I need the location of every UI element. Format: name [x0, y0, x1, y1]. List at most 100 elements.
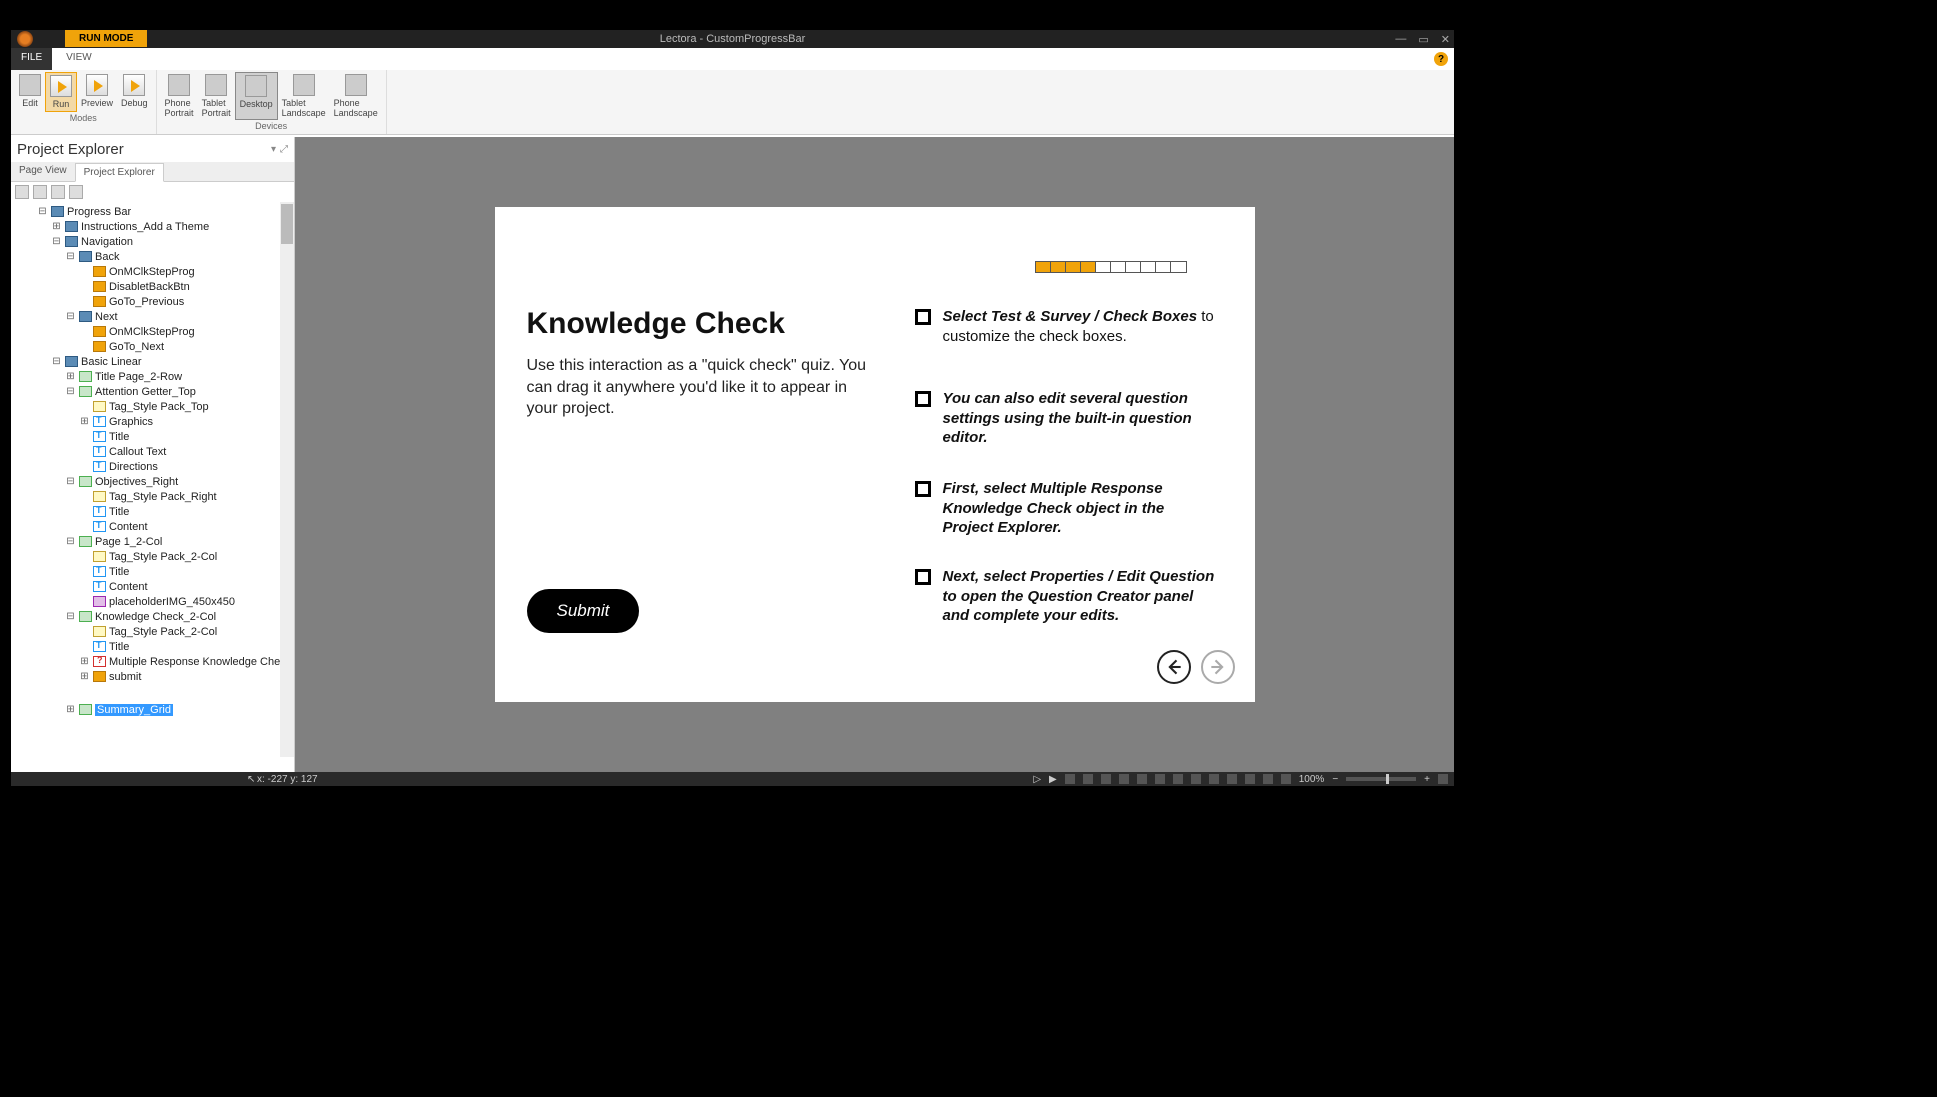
nav-next-button[interactable] [1201, 650, 1235, 684]
tree-node[interactable]: OnMClkStepProg [15, 264, 294, 279]
tree-node[interactable]: Title [15, 504, 294, 519]
tree-node[interactable]: ⊟Progress Bar [15, 204, 294, 219]
tree-node[interactable]: placeholderIMG_450x450 [15, 594, 294, 609]
tree-node[interactable]: ⊟Knowledge Check_2-Col [15, 609, 294, 624]
ribbon-debug[interactable]: Debug [117, 72, 152, 112]
toolbar-btn-2[interactable] [33, 185, 47, 199]
tree-node[interactable]: ⊟Objectives_Right [15, 474, 294, 489]
tree-scrollbar[interactable] [280, 202, 294, 757]
ribbon-phone-landscape[interactable]: Phone Landscape [330, 72, 382, 120]
tree-node[interactable]: OnMClkStepProg [15, 324, 294, 339]
help-button[interactable]: ? [1434, 52, 1448, 66]
action-icon [93, 341, 106, 352]
q-icon [93, 656, 106, 667]
ribbon-edit[interactable]: Edit [15, 72, 45, 112]
tab-project-explorer[interactable]: Project Explorer [75, 163, 164, 182]
toolbar-btn-1[interactable] [15, 185, 29, 199]
minimize-button[interactable]: — [1395, 33, 1406, 46]
tree-node[interactable]: GoTo_Next [15, 339, 294, 354]
tab-page-view[interactable]: Page View [11, 162, 75, 181]
checkbox-icon[interactable] [915, 569, 931, 585]
zoom-in-button[interactable]: + [1424, 774, 1430, 785]
panel-dropdown-icon[interactable]: ▾ [271, 144, 276, 155]
tree-node[interactable]: GoTo_Previous [15, 294, 294, 309]
status-tool[interactable] [1438, 774, 1448, 784]
status-tool[interactable] [1065, 774, 1075, 784]
status-tool[interactable] [1227, 774, 1237, 784]
status-tool[interactable] [1155, 774, 1165, 784]
status-tool[interactable] [1245, 774, 1255, 784]
project-tree[interactable]: ⊟Progress Bar⊞Instructions_Add a Theme⊟N… [11, 202, 294, 757]
status-tool[interactable] [1119, 774, 1129, 784]
tree-node[interactable]: Title [15, 429, 294, 444]
tree-node[interactable]: Callout Text [15, 444, 294, 459]
submit-button[interactable]: Submit [527, 589, 640, 633]
tree-node[interactable]: ⊟Next [15, 309, 294, 324]
option-2[interactable]: You can also edit several question setti… [915, 389, 1215, 448]
tree-node[interactable]: ⊟Basic Linear [15, 354, 294, 369]
ribbon-modes-label: Modes [70, 113, 97, 123]
tree-node[interactable]: ⊟Attention Getter_Top [15, 384, 294, 399]
ribbon-tablet-landscape[interactable]: Tablet Landscape [278, 72, 330, 120]
maximize-button[interactable]: ▭ [1418, 33, 1428, 46]
zoom-out-button[interactable]: − [1332, 774, 1338, 785]
close-button[interactable]: ✕ [1441, 33, 1450, 46]
tree-node[interactable]: ⊞Graphics [15, 414, 294, 429]
panel-pin-icon[interactable]: ⤢ [280, 144, 288, 155]
tree-node[interactable]: Content [15, 579, 294, 594]
tree-node[interactable]: ⊞Instructions_Add a Theme [15, 219, 294, 234]
tree-label: Tag_Style Pack_Right [109, 491, 217, 503]
action-icon [93, 281, 106, 292]
checkbox-icon[interactable] [915, 391, 931, 407]
tree-node[interactable]: ⊞submit [15, 669, 294, 684]
tree-node[interactable]: ⊞Multiple Response Knowledge Check [15, 654, 294, 669]
tree-node[interactable]: Directions [15, 459, 294, 474]
ribbon-desktop[interactable]: Desktop [235, 72, 278, 120]
status-tool[interactable] [1083, 774, 1093, 784]
menu-file[interactable]: FILE [11, 48, 52, 70]
ribbon-preview[interactable]: Preview [77, 72, 117, 112]
tree-node[interactable]: ⊞Summary_Grid [15, 702, 294, 717]
tree-node[interactable]: ⊟Page 1_2-Col [15, 534, 294, 549]
statusbar: ↖ x: -227 y: 127 ▷ ▶ 100% − + [11, 772, 1454, 786]
status-tool[interactable] [1263, 774, 1273, 784]
tree-node[interactable]: Tag_Style Pack_2-Col [15, 624, 294, 639]
ribbon-run[interactable]: Run [45, 72, 77, 112]
tree-label: placeholderIMG_450x450 [109, 596, 235, 608]
status-tool[interactable] [1137, 774, 1147, 784]
tree-node[interactable]: Title [15, 564, 294, 579]
status-play2-icon[interactable]: ▶ [1049, 774, 1057, 785]
checkbox-icon[interactable] [915, 481, 931, 497]
tree-node[interactable]: Tag_Style Pack_Right [15, 489, 294, 504]
status-tool[interactable] [1281, 774, 1291, 784]
status-tool[interactable] [1101, 774, 1111, 784]
status-play-icon[interactable]: ▷ [1033, 774, 1041, 785]
status-tool[interactable] [1173, 774, 1183, 784]
status-tool[interactable] [1209, 774, 1219, 784]
tree-node[interactable]: Tag_Style Pack_2-Col [15, 549, 294, 564]
status-tool[interactable] [1191, 774, 1201, 784]
ribbon-tablet-portrait[interactable]: Tablet Portrait [198, 72, 235, 120]
tree-node[interactable]: Tag_Style Pack_Top [15, 399, 294, 414]
zoom-slider[interactable] [1346, 777, 1416, 781]
page-icon [79, 386, 92, 397]
tree-node[interactable]: DisabletBackBtn [15, 279, 294, 294]
action-icon [93, 296, 106, 307]
option-3[interactable]: First, select Multiple Response Knowledg… [915, 479, 1215, 538]
tree-node[interactable]: Content [15, 519, 294, 534]
tree-node[interactable]: ⊞Title Page_2-Row [15, 369, 294, 384]
tree-node[interactable]: Title [15, 639, 294, 654]
menu-view[interactable]: VIEW [52, 48, 106, 70]
tree-node[interactable]: ⊟Navigation [15, 234, 294, 249]
folder-icon [65, 356, 78, 367]
tree-node[interactable]: ⊟Back [15, 249, 294, 264]
option-4[interactable]: Next, select Properties / Edit Question … [915, 567, 1215, 626]
nav-back-button[interactable] [1157, 650, 1191, 684]
checkbox-icon[interactable] [915, 309, 931, 325]
ribbon-phone-portrait[interactable]: Phone Portrait [161, 72, 198, 120]
option-1[interactable]: Select Test & Survey / Check Boxes to cu… [915, 307, 1215, 346]
toolbar-btn-4[interactable] [69, 185, 83, 199]
tree-label: Graphics [109, 416, 153, 428]
toolbar-btn-3[interactable] [51, 185, 65, 199]
run-mode-tab[interactable]: RUN MODE [65, 30, 147, 47]
